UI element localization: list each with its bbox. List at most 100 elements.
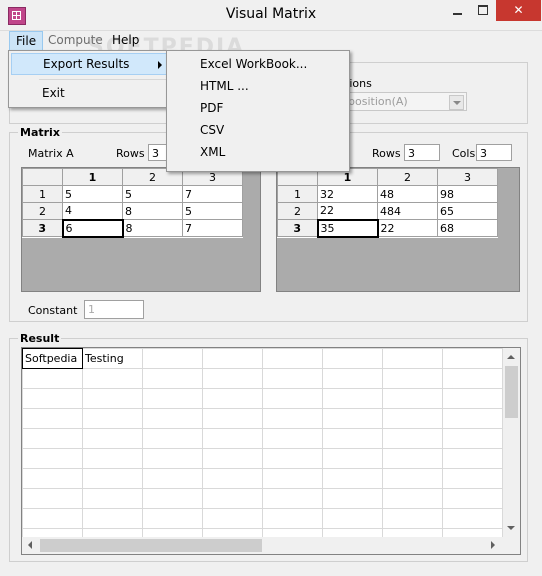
result-cell[interactable] xyxy=(382,488,443,509)
result-cell[interactable] xyxy=(382,508,443,529)
matrix-cell[interactable]: 4 xyxy=(62,202,123,220)
column-header[interactable]: 3 xyxy=(437,168,498,186)
matrix-cell[interactable]: 7 xyxy=(182,219,243,237)
rows-b-input[interactable]: 3 xyxy=(404,144,440,161)
result-cell[interactable] xyxy=(202,448,263,469)
menu-file[interactable]: File xyxy=(9,31,44,51)
cols-b-input[interactable]: 3 xyxy=(476,144,512,161)
result-cell[interactable] xyxy=(442,468,503,489)
result-cell[interactable] xyxy=(22,448,83,469)
result-cell[interactable] xyxy=(142,368,203,389)
result-cell[interactable] xyxy=(82,468,143,489)
result-cell[interactable] xyxy=(22,388,83,409)
matrix-cell[interactable]: 8 xyxy=(122,202,183,220)
result-vertical-scrollbar[interactable] xyxy=(503,348,520,537)
matrix-cell[interactable]: 5 xyxy=(122,185,183,203)
minimize-button[interactable] xyxy=(444,0,470,21)
result-cell[interactable] xyxy=(322,368,383,389)
result-cell[interactable] xyxy=(262,508,323,529)
result-cell[interactable] xyxy=(442,388,503,409)
menu-help[interactable]: Help xyxy=(106,31,145,50)
operation-select[interactable]: position(A) xyxy=(344,92,467,111)
result-cell[interactable] xyxy=(202,348,263,369)
result-cell[interactable] xyxy=(262,428,323,449)
result-cell[interactable] xyxy=(202,388,263,409)
result-cell[interactable] xyxy=(262,368,323,389)
result-cell[interactable] xyxy=(382,468,443,489)
result-cell[interactable] xyxy=(82,428,143,449)
vertical-scroll-thumb[interactable] xyxy=(505,366,518,418)
menu-item-export-results[interactable]: Export Results xyxy=(11,53,171,75)
matrix-cell[interactable]: 22 xyxy=(377,219,438,237)
matrix-cell[interactable]: 7 xyxy=(182,185,243,203)
result-cell[interactable] xyxy=(322,388,383,409)
matrix-cell[interactable]: 484 xyxy=(377,202,438,220)
scroll-right-icon[interactable] xyxy=(491,541,495,549)
matrix-cell[interactable]: 8 xyxy=(122,219,183,237)
result-cell[interactable] xyxy=(142,408,203,429)
menu-item-pdf[interactable]: PDF xyxy=(169,97,347,119)
result-cell[interactable] xyxy=(382,348,443,369)
result-cell[interactable] xyxy=(22,408,83,429)
matrix-cell[interactable]: 48 xyxy=(377,185,438,203)
close-button[interactable]: ✕ xyxy=(496,0,541,21)
menu-item-excel-workbook[interactable]: Excel WorkBook... xyxy=(169,53,347,75)
result-cell[interactable] xyxy=(82,388,143,409)
matrix-cell[interactable]: 65 xyxy=(437,202,498,220)
result-cell[interactable] xyxy=(322,348,383,369)
row-header[interactable]: 3 xyxy=(277,219,318,237)
result-cell[interactable] xyxy=(322,428,383,449)
rows-a-input[interactable]: 3 xyxy=(148,144,168,161)
matrix-cell[interactable]: 5 xyxy=(62,185,123,203)
result-cell[interactable] xyxy=(202,488,263,509)
result-cell[interactable] xyxy=(82,368,143,389)
result-cell[interactable] xyxy=(382,408,443,429)
matrix-cell-selected[interactable]: 35 xyxy=(316,218,379,238)
menu-item-csv[interactable]: CSV xyxy=(169,119,347,141)
result-horizontal-scrollbar[interactable] xyxy=(22,537,503,554)
result-cell[interactable] xyxy=(22,508,83,529)
menu-item-xml[interactable]: XML xyxy=(169,141,347,163)
matrix-cell[interactable]: 22 xyxy=(317,202,378,220)
result-cell[interactable] xyxy=(322,408,383,429)
result-cell[interactable] xyxy=(202,468,263,489)
result-cell[interactable] xyxy=(142,348,203,369)
row-header[interactable]: 2 xyxy=(22,202,63,220)
matrix-cell-selected[interactable]: 6 xyxy=(61,218,124,238)
result-cell[interactable] xyxy=(142,488,203,509)
menu-item-html[interactable]: HTML ... xyxy=(169,75,347,97)
menu-item-exit[interactable]: Exit xyxy=(11,82,171,104)
result-cell[interactable] xyxy=(142,468,203,489)
result-cell[interactable]: Softpedia xyxy=(22,348,83,369)
result-cell[interactable] xyxy=(22,428,83,449)
chevron-down-icon[interactable] xyxy=(449,95,464,110)
result-cell[interactable] xyxy=(142,388,203,409)
result-cell[interactable] xyxy=(262,468,323,489)
result-cell[interactable] xyxy=(262,388,323,409)
column-header[interactable]: 2 xyxy=(377,168,438,186)
result-cell[interactable]: Testing xyxy=(82,348,143,369)
result-cell[interactable] xyxy=(442,368,503,389)
row-header[interactable]: 1 xyxy=(277,185,318,203)
result-cell[interactable] xyxy=(142,448,203,469)
result-cell[interactable] xyxy=(82,488,143,509)
result-cell[interactable] xyxy=(22,488,83,509)
result-cell[interactable] xyxy=(442,508,503,529)
horizontal-scroll-thumb[interactable] xyxy=(40,539,262,552)
result-cell[interactable] xyxy=(202,368,263,389)
matrix-cell[interactable]: 98 xyxy=(437,185,498,203)
maximize-button[interactable] xyxy=(470,0,496,21)
scroll-down-icon[interactable] xyxy=(507,526,515,530)
result-cell[interactable] xyxy=(322,448,383,469)
result-cell[interactable] xyxy=(382,448,443,469)
result-cell[interactable] xyxy=(442,428,503,449)
result-cell[interactable] xyxy=(442,488,503,509)
result-cell[interactable] xyxy=(382,388,443,409)
result-cell[interactable] xyxy=(202,508,263,529)
result-cell[interactable] xyxy=(82,408,143,429)
result-cell[interactable] xyxy=(322,468,383,489)
result-cell[interactable] xyxy=(22,368,83,389)
result-cell[interactable] xyxy=(202,428,263,449)
result-cell[interactable] xyxy=(142,508,203,529)
result-cell[interactable] xyxy=(22,468,83,489)
